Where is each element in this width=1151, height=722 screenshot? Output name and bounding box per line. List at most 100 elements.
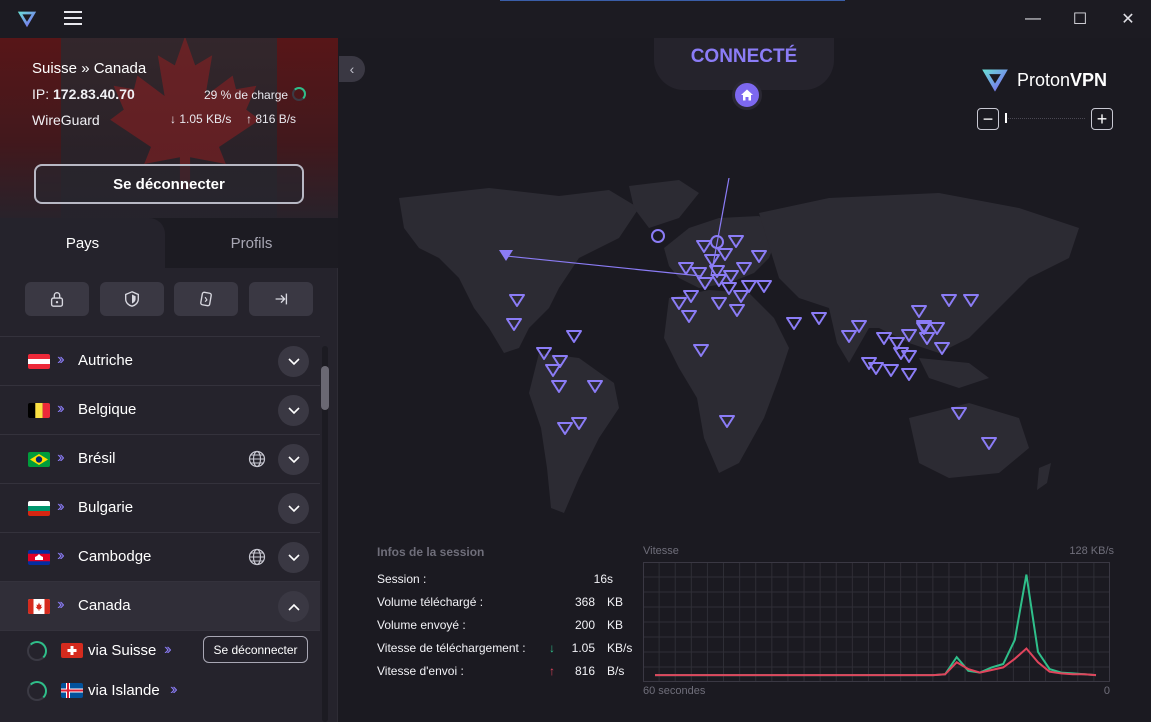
maximize-button[interactable]: ☐ — [1057, 0, 1103, 38]
country-list-scrollbar[interactable] — [320, 346, 330, 722]
download-arrow-icon: ↓ — [170, 112, 180, 126]
speed-chart: Vitesse 128 KB/s 60 secondes 0 — [643, 542, 1118, 702]
chart-x-left-label: 60 secondes — [643, 685, 706, 697]
server-location-marker[interactable] — [901, 368, 917, 381]
session-header: Infos de la session — [377, 545, 485, 559]
expand-button[interactable] — [278, 346, 309, 377]
proton-vpn-logo-icon — [982, 69, 1008, 92]
country-row-canada[interactable]: ›› Canada — [0, 582, 320, 631]
home-location-pin[interactable] — [732, 80, 762, 110]
zoom-out-button[interactable]: − — [977, 108, 999, 130]
chevron-down-icon — [287, 455, 300, 463]
server-location-marker[interactable] — [901, 350, 917, 363]
country-row-brazil[interactable]: ›› Brésil — [0, 435, 320, 484]
southeast-asia — [919, 358, 989, 388]
zoom-in-button[interactable]: + — [1091, 108, 1113, 130]
server-disconnect-button[interactable]: Se déconnecter — [203, 636, 308, 663]
south-america — [529, 353, 619, 513]
server-load-ring-icon — [27, 641, 47, 661]
double-chevron-icon: ›› — [57, 449, 64, 466]
server-location-marker[interactable] — [868, 362, 884, 375]
streaming-filter-button[interactable] — [174, 282, 238, 316]
session-row: Vitesse de téléchargement : ↓ 1.05 KB/s — [377, 641, 633, 655]
belgium-flag-icon — [28, 403, 50, 418]
country-name: Autriche — [78, 352, 134, 369]
close-button[interactable]: ✕ — [1105, 0, 1151, 38]
cambodia-flag-icon — [28, 550, 50, 565]
bulgaria-flag-icon — [28, 501, 50, 516]
disconnect-button[interactable]: Se déconnecter — [34, 164, 304, 204]
expand-button[interactable] — [278, 395, 309, 426]
double-chevron-icon: ›› — [57, 547, 64, 564]
device-icon — [200, 291, 212, 307]
brazil-flag-icon — [28, 452, 50, 467]
server-location-marker[interactable] — [756, 280, 772, 293]
upload-arrow-icon: ↑ — [246, 112, 256, 126]
session-row: Volume envoyé :200 KB — [377, 618, 624, 632]
asia — [759, 193, 1079, 353]
session-row: Session :16s — [377, 572, 613, 586]
continents — [399, 180, 1079, 513]
double-chevron-icon: ›› — [57, 498, 64, 515]
country-row-belgium[interactable]: ›› Belgique — [0, 386, 320, 435]
zoom-control: − + — [977, 108, 1113, 130]
new-zealand — [1037, 463, 1051, 490]
africa — [664, 290, 789, 473]
server-load: 29 % de charge — [204, 88, 289, 102]
chart-x-right-label: 0 — [1103, 685, 1110, 697]
expand-button[interactable] — [278, 493, 309, 524]
switzerland-flag-icon — [61, 643, 83, 658]
shield-filter-button[interactable] — [100, 282, 164, 316]
lock-icon — [50, 292, 64, 307]
double-chevron-icon: ›› — [57, 596, 64, 613]
double-chevron-icon: ›› — [57, 351, 64, 368]
tab-profiles[interactable]: Profils — [165, 218, 338, 268]
server-load-ring-icon — [27, 681, 47, 701]
collapse-button[interactable] — [278, 591, 309, 622]
server-location-marker[interactable] — [786, 317, 802, 330]
chevron-down-icon — [287, 406, 300, 414]
scrollbar-thumb[interactable] — [321, 366, 329, 410]
server-location-marker[interactable] — [876, 332, 892, 345]
session-row: Vitesse d'envoi : ↑ 816 B/s — [377, 664, 625, 678]
shield-icon — [125, 291, 139, 307]
home-icon — [741, 89, 753, 101]
tab-countries[interactable]: Pays — [0, 218, 165, 268]
zoom-slider-handle[interactable] — [1005, 113, 1007, 123]
country-row-cambodia[interactable]: ›› Cambodge — [0, 533, 320, 582]
country-row-bulgaria[interactable]: ›› Bulgarie — [0, 484, 320, 533]
double-chevron-icon: ›› — [57, 400, 64, 417]
double-chevron-icon: ›› — [170, 681, 177, 698]
server-row-via-switzerland[interactable]: via Suisse ›› Se déconnecter — [0, 631, 320, 671]
country-list: ›› Autriche ›› Belgique ›› Brésil ›› Bul… — [0, 336, 320, 722]
upload-arrow-icon: ↑ — [549, 664, 555, 678]
session-info: Infos de la session Session :16s Volume … — [377, 542, 637, 682]
minimize-button[interactable]: — — [1010, 0, 1056, 38]
upload-speed: ↑ 816 B/s — [246, 112, 297, 126]
chevron-down-icon — [287, 553, 300, 561]
hamburger-menu-icon[interactable] — [64, 11, 82, 27]
expand-button[interactable] — [278, 444, 309, 475]
sidebar: Suisse » Canada IP: 172.83.40.70 29 % de… — [0, 38, 338, 722]
secure-core-filter-button[interactable] — [25, 282, 89, 316]
north-america — [399, 188, 639, 353]
speed-chart-plot — [643, 562, 1110, 682]
server-location-marker[interactable] — [883, 364, 899, 377]
download-speed: ↓ 1.05 KB/s — [170, 112, 232, 126]
server-row-via-iceland[interactable]: via Islande ›› — [0, 671, 320, 711]
collapse-sidebar-button[interactable]: ‹ — [339, 56, 365, 82]
country-name: Belgique — [78, 401, 137, 418]
connection-route: Suisse » Canada — [32, 60, 147, 77]
expand-button[interactable] — [278, 542, 309, 573]
zoom-track — [1005, 118, 1085, 119]
server-load-ring-icon — [292, 87, 306, 101]
proton-vpn-logo-icon — [17, 11, 37, 28]
country-row-austria[interactable]: ›› Autriche — [0, 337, 320, 386]
server-location-marker[interactable] — [566, 330, 582, 343]
collapse-all-button[interactable] — [249, 282, 313, 316]
title-bar: — ☐ ✕ — [0, 0, 1151, 38]
server-location-marker[interactable] — [811, 312, 827, 325]
filter-bar — [0, 268, 338, 334]
chevron-down-icon — [287, 357, 300, 365]
world-map[interactable] — [379, 178, 1109, 528]
